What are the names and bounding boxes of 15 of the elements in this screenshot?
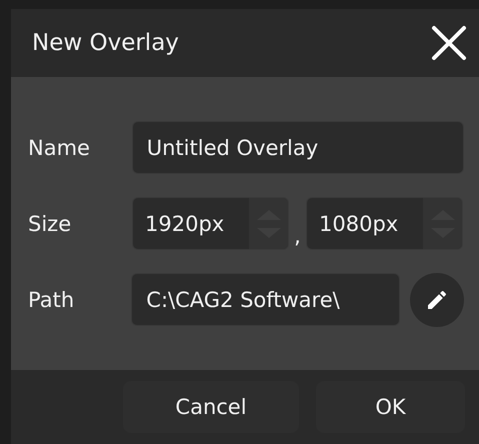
- dialog-title: New Overlay: [32, 30, 179, 56]
- close-icon: [431, 25, 467, 61]
- field-label: Size: [28, 212, 72, 236]
- path-field[interactable]: C:\CAG2 Software\: [131, 273, 400, 326]
- close-button[interactable]: [429, 23, 469, 63]
- height-field[interactable]: 1080px: [307, 198, 423, 249]
- separator: ,: [293, 224, 302, 250]
- field-label: Name: [28, 136, 91, 160]
- spin-box[interactable]: 1080px: [306, 197, 463, 250]
- spin-box[interactable]: 1920px: [132, 197, 289, 250]
- ok-button[interactable]: OK: [316, 381, 465, 433]
- width-field[interactable]: 1920px: [133, 198, 249, 249]
- cancel-button[interactable]: Cancel: [123, 381, 299, 433]
- field-label: Path: [28, 288, 76, 312]
- name-field[interactable]: Untitled Overlay: [132, 121, 464, 174]
